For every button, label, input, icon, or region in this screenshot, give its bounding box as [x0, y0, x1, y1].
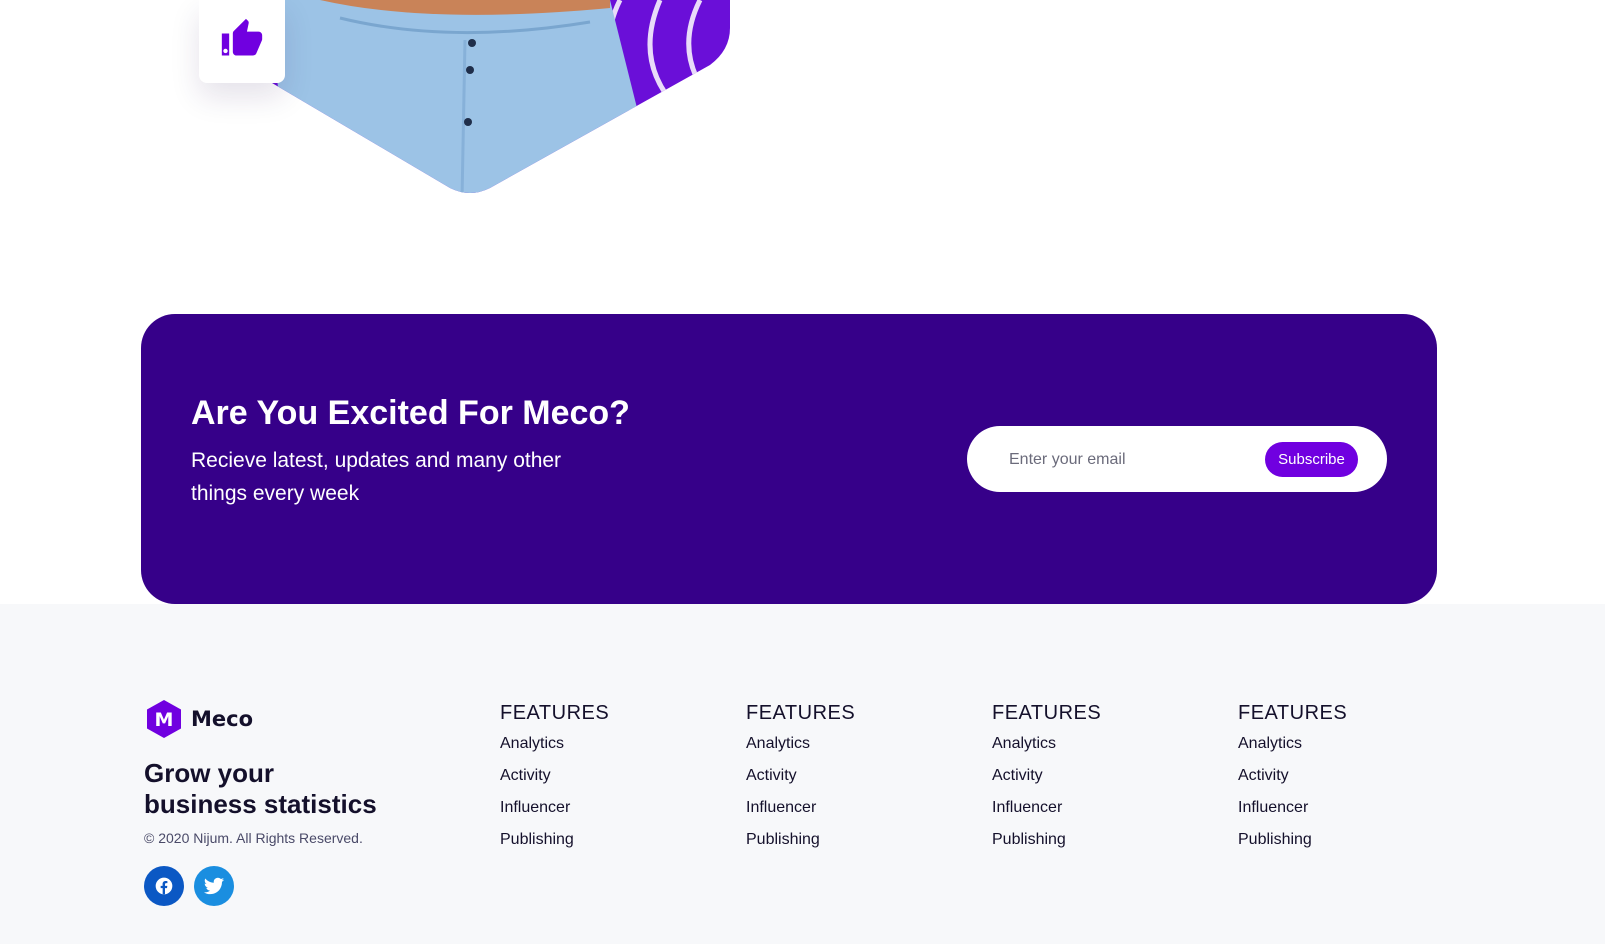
footer-link-publishing[interactable]: Publishing — [500, 831, 574, 848]
newsletter-title: Are You Excited For Meco? — [191, 394, 630, 432]
email-input[interactable] — [1007, 444, 1251, 476]
newsletter-banner: Are You Excited For Meco? Recieve latest… — [141, 314, 1437, 604]
footer-link-publishing[interactable]: Publishing — [992, 831, 1066, 848]
twitter-button[interactable] — [194, 866, 234, 906]
footer: M Meco Grow your business statistics © 2… — [0, 604, 1605, 944]
copyright-text: © 2020 Nijum. All Rights Reserved. — [144, 830, 363, 846]
footer-link-influencer[interactable]: Influencer — [746, 799, 816, 816]
footer-link-activity[interactable]: Activity — [992, 767, 1043, 784]
footer-column: FEATURES Analytics Activity Influencer P… — [746, 702, 855, 861]
footer-link-analytics[interactable]: Analytics — [746, 735, 810, 752]
footer-column-title: FEATURES — [746, 702, 856, 724]
facebook-icon — [155, 877, 173, 895]
footer-link-influencer[interactable]: Influencer — [1238, 799, 1308, 816]
footer-link-influencer[interactable]: Influencer — [992, 799, 1062, 816]
footer-column-title: FEATURES — [1238, 702, 1348, 724]
footer-column: FEATURES Analytics Activity Influencer P… — [1238, 702, 1347, 861]
like-badge — [199, 0, 285, 83]
svg-text:M: M — [155, 709, 174, 731]
footer-link-analytics[interactable]: Analytics — [500, 735, 564, 752]
footer-link-activity[interactable]: Activity — [746, 767, 797, 784]
thumbs-up-icon — [219, 17, 265, 66]
facebook-button[interactable] — [144, 866, 184, 906]
footer-link-influencer[interactable]: Influencer — [500, 799, 570, 816]
footer-column-title: FEATURES — [992, 702, 1102, 724]
subscribe-button[interactable]: Subscribe — [1265, 442, 1358, 477]
footer-link-publishing[interactable]: Publishing — [1238, 831, 1312, 848]
footer-column: FEATURES Analytics Activity Influencer P… — [992, 702, 1101, 861]
footer-link-publishing[interactable]: Publishing — [746, 831, 820, 848]
footer-column: FEATURES Analytics Activity Influencer P… — [500, 702, 609, 861]
footer-link-activity[interactable]: Activity — [1238, 767, 1289, 784]
subscribe-form: Subscribe — [967, 426, 1387, 492]
brand-logo[interactable]: M Meco — [145, 699, 253, 739]
footer-link-analytics[interactable]: Analytics — [1238, 735, 1302, 752]
footer-column-title: FEATURES — [500, 702, 610, 724]
twitter-icon — [203, 877, 225, 895]
footer-tagline: Grow your business statistics — [144, 758, 377, 819]
social-links — [144, 866, 234, 906]
newsletter-subtitle: Recieve latest, updates and many other t… — [191, 449, 562, 505]
brand-name: Meco — [191, 707, 254, 731]
footer-link-analytics[interactable]: Analytics — [992, 735, 1056, 752]
footer-link-activity[interactable]: Activity — [500, 767, 551, 784]
logo-hexagon-icon: M — [147, 700, 181, 738]
